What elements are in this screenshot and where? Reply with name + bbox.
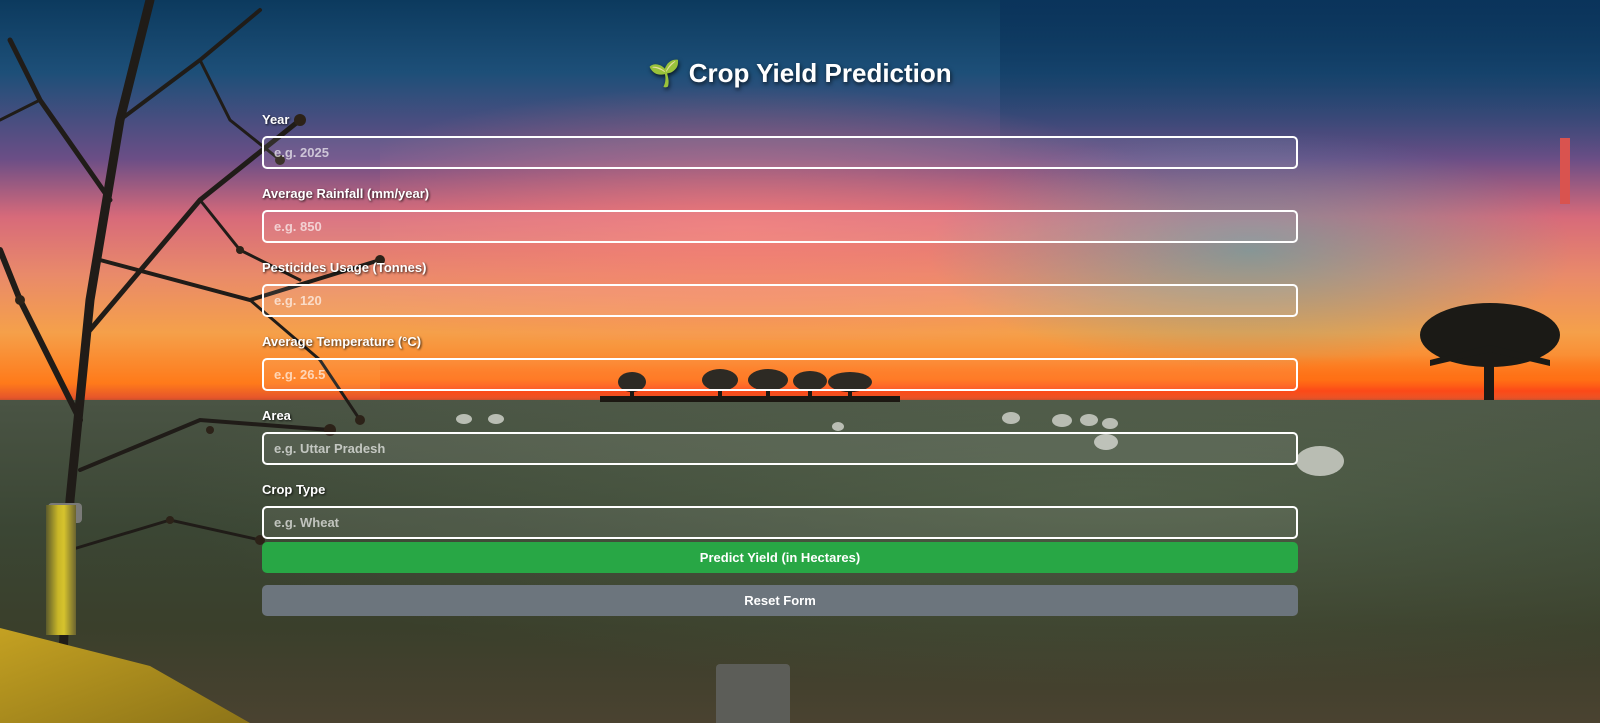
side-tab[interactable] (1560, 138, 1570, 204)
temperature-input[interactable] (262, 358, 1298, 391)
predict-yield-button[interactable]: Predict Yield (in Hectares) (262, 542, 1298, 573)
stone-block (716, 664, 790, 723)
field-year: Year (262, 110, 1298, 184)
area-input[interactable] (262, 432, 1298, 465)
rainfall-input[interactable] (262, 210, 1298, 243)
field-pesticides: Pesticides Usage (Tonnes) (262, 258, 1298, 332)
oak-tree-silhouette (1420, 303, 1560, 400)
year-input[interactable] (262, 136, 1298, 169)
rainfall-label: Average Rainfall (mm/year) (262, 186, 430, 201)
year-label: Year (262, 112, 290, 127)
prediction-form: Year Average Rainfall (mm/year) Pesticid… (262, 110, 1298, 616)
pesticides-label: Pesticides Usage (Tonnes) (262, 260, 427, 275)
pesticides-input[interactable] (262, 284, 1298, 317)
crop-type-label: Crop Type (262, 482, 326, 497)
sprout-icon: 🌱 (648, 58, 681, 88)
fence-post (46, 505, 76, 635)
crop-type-input[interactable] (262, 506, 1298, 539)
page-title: 🌱 Crop Yield Prediction (0, 58, 1600, 89)
sheep (1296, 446, 1344, 476)
area-label: Area (262, 408, 291, 423)
field-temperature: Average Temperature (°C) (262, 332, 1298, 406)
page-title-text: Crop Yield Prediction (688, 58, 952, 88)
field-rainfall: Average Rainfall (mm/year) (262, 184, 1298, 258)
temperature-label: Average Temperature (°C) (262, 334, 422, 349)
field-area: Area (262, 406, 1298, 480)
reset-form-button[interactable]: Reset Form (262, 585, 1298, 616)
